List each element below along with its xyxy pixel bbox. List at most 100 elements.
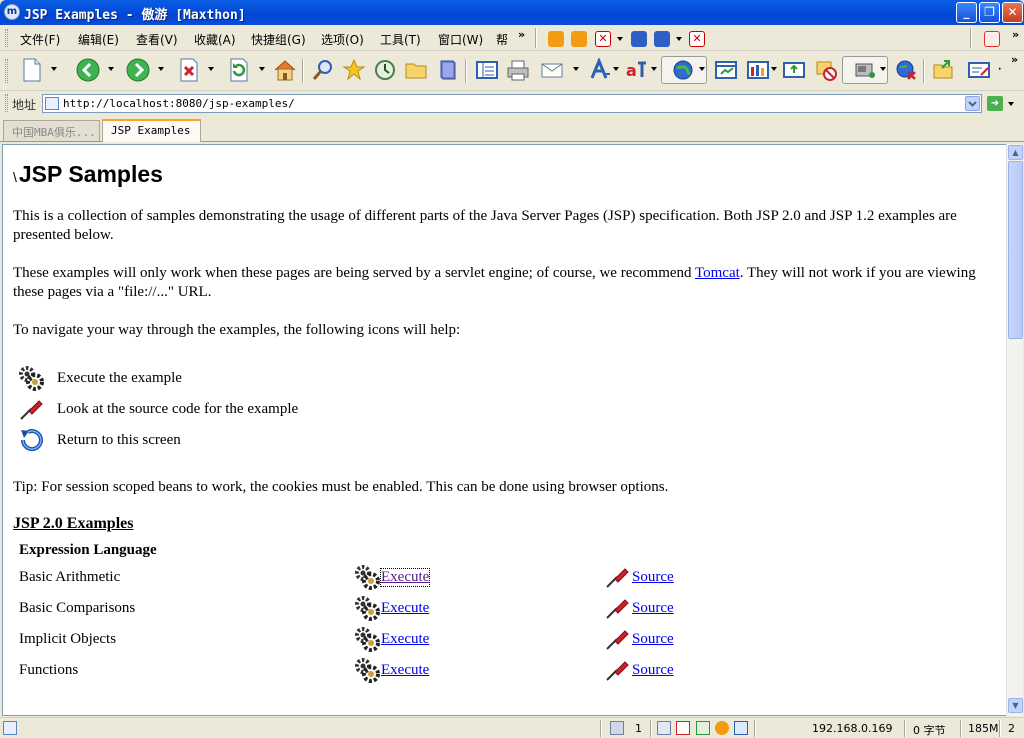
next-tab-icon[interactable] (571, 31, 587, 47)
book-button[interactable] (434, 56, 462, 84)
address-input[interactable]: http://localhost:8080/jsp-examples/ (42, 94, 982, 113)
execute-link[interactable]: Execute (381, 662, 429, 679)
stop-dropdown-icon[interactable] (208, 67, 214, 71)
source-link[interactable]: Source (632, 662, 674, 679)
menu-groups[interactable]: 快捷组(G) (251, 31, 306, 48)
close-tab-icon[interactable]: ✕ (595, 31, 611, 47)
source-link[interactable]: Source (632, 600, 674, 617)
back-dropdown-icon[interactable] (108, 67, 114, 71)
tab-jsp-examples[interactable]: JSP Examples (102, 119, 201, 142)
cart-icon[interactable] (984, 31, 1000, 47)
address-dropdown-button[interactable] (965, 96, 980, 111)
font-size-button[interactable] (586, 56, 614, 84)
menu-favorites[interactable]: 收藏(A) (194, 31, 236, 48)
mail-button[interactable] (538, 56, 566, 84)
scroll-thumb[interactable] (1008, 161, 1023, 339)
refresh-dropdown-icon[interactable] (259, 67, 265, 71)
columns-button[interactable] (744, 56, 772, 84)
page-status-icon (3, 721, 17, 735)
gears-execute-icon[interactable] (353, 625, 381, 653)
menu-options[interactable]: 选项(O) (321, 31, 364, 48)
download-icon[interactable] (610, 721, 624, 735)
close-all-icon[interactable]: ✕ (689, 31, 705, 47)
popup-block-button[interactable] (812, 56, 840, 84)
columns-dropdown-icon[interactable] (771, 67, 777, 71)
screwdriver-source-icon[interactable] (603, 656, 631, 684)
close-tab-dropdown-icon[interactable] (617, 37, 623, 41)
screwdriver-source-icon[interactable] (603, 625, 631, 653)
new-page-button[interactable] (18, 56, 46, 84)
address-grip[interactable] (5, 94, 8, 112)
screwdriver-source-icon[interactable] (603, 594, 631, 622)
restore-button[interactable]: ❐ (979, 2, 1000, 23)
forward-dropdown-icon[interactable] (158, 67, 164, 71)
sync-icon[interactable] (657, 721, 671, 735)
proxy-icon (855, 63, 875, 78)
folder-button[interactable] (402, 56, 430, 84)
menu-help[interactable]: 帮 (496, 31, 508, 48)
execute-link[interactable]: Execute (379, 568, 431, 587)
minimize-tab-icon[interactable] (631, 31, 647, 47)
search-button[interactable] (309, 56, 337, 84)
flash-icon[interactable] (715, 721, 729, 735)
notepad-icon (968, 62, 990, 78)
open-folder-button[interactable] (930, 56, 958, 84)
go-button[interactable]: ➜ (987, 96, 1003, 111)
source-link[interactable]: Source (632, 631, 674, 648)
popup-status-icon[interactable] (676, 721, 690, 735)
home-button[interactable] (271, 56, 299, 84)
print-button[interactable] (504, 56, 532, 84)
source-link[interactable]: Source (632, 569, 674, 586)
menu-view[interactable]: 查看(V) (136, 31, 178, 48)
font-size-dropdown-icon[interactable] (613, 67, 619, 71)
favorites-button[interactable] (340, 56, 368, 84)
browser-mode-dropdown-icon[interactable] (699, 67, 705, 71)
toolbar-overflow-chevron[interactable]: » (1011, 53, 1018, 66)
toolbar-grip[interactable] (5, 59, 8, 83)
refresh-button[interactable] (225, 56, 253, 84)
menu-overflow-chevron[interactable]: » (518, 28, 525, 41)
vertical-scrollbar[interactable]: ▲ ▼ (1006, 144, 1023, 716)
stop-button[interactable] (175, 56, 203, 84)
execute-link[interactable]: Execute (381, 631, 429, 648)
restore-tab-dropdown-icon[interactable] (676, 37, 682, 41)
toolbar-grip[interactable] (5, 29, 8, 47)
network-button[interactable] (892, 56, 920, 84)
screwdriver-source-icon[interactable] (603, 563, 631, 591)
history-button[interactable] (371, 56, 399, 84)
gears-execute-icon[interactable] (353, 656, 381, 684)
translate-button[interactable]: a (622, 56, 650, 84)
window-button[interactable] (712, 56, 740, 84)
minimize-button[interactable]: _ (956, 2, 977, 23)
menu-right-overflow[interactable]: » (1012, 28, 1019, 41)
back-button[interactable] (74, 56, 102, 84)
screenshot-button[interactable] (780, 56, 808, 84)
title-bar[interactable]: m JSP Examples - 傲游 [Maxthon] _ ❐ ✕ (0, 0, 1024, 25)
menu-tools[interactable]: 工具(T) (380, 31, 421, 48)
menu-window[interactable]: 窗口(W) (438, 31, 483, 48)
notepad-dropdown[interactable]: · (998, 65, 1001, 75)
execute-link[interactable]: Execute (381, 600, 429, 617)
proxy-dropdown-icon[interactable] (880, 67, 886, 71)
restore-tab-icon[interactable] (654, 31, 670, 47)
sidebar-button[interactable] (473, 56, 501, 84)
ad-filter-icon[interactable] (696, 721, 710, 735)
tab-mba-club[interactable]: 中国MBA俱乐... (3, 120, 100, 141)
mail-dropdown-icon[interactable] (573, 67, 579, 71)
prev-tab-icon[interactable] (548, 31, 564, 47)
tomcat-link[interactable]: Tomcat (695, 265, 740, 281)
address-url[interactable]: http://localhost:8080/jsp-examples/ (63, 97, 295, 110)
new-page-dropdown-icon[interactable] (51, 67, 57, 71)
go-dropdown-icon[interactable] (1008, 102, 1014, 106)
close-button[interactable]: ✕ (1002, 2, 1023, 23)
proxy-status-icon[interactable] (734, 721, 748, 735)
translate-dropdown-icon[interactable] (651, 67, 657, 71)
scroll-down-button[interactable]: ▼ (1008, 698, 1023, 713)
menu-file[interactable]: 文件(F) (20, 31, 60, 48)
gears-execute-icon[interactable] (353, 594, 381, 622)
scroll-up-button[interactable]: ▲ (1008, 145, 1023, 160)
menu-edit[interactable]: 编辑(E) (78, 31, 119, 48)
gears-execute-icon[interactable] (353, 563, 381, 591)
notepad-button[interactable] (965, 56, 993, 84)
forward-button[interactable] (124, 56, 152, 84)
